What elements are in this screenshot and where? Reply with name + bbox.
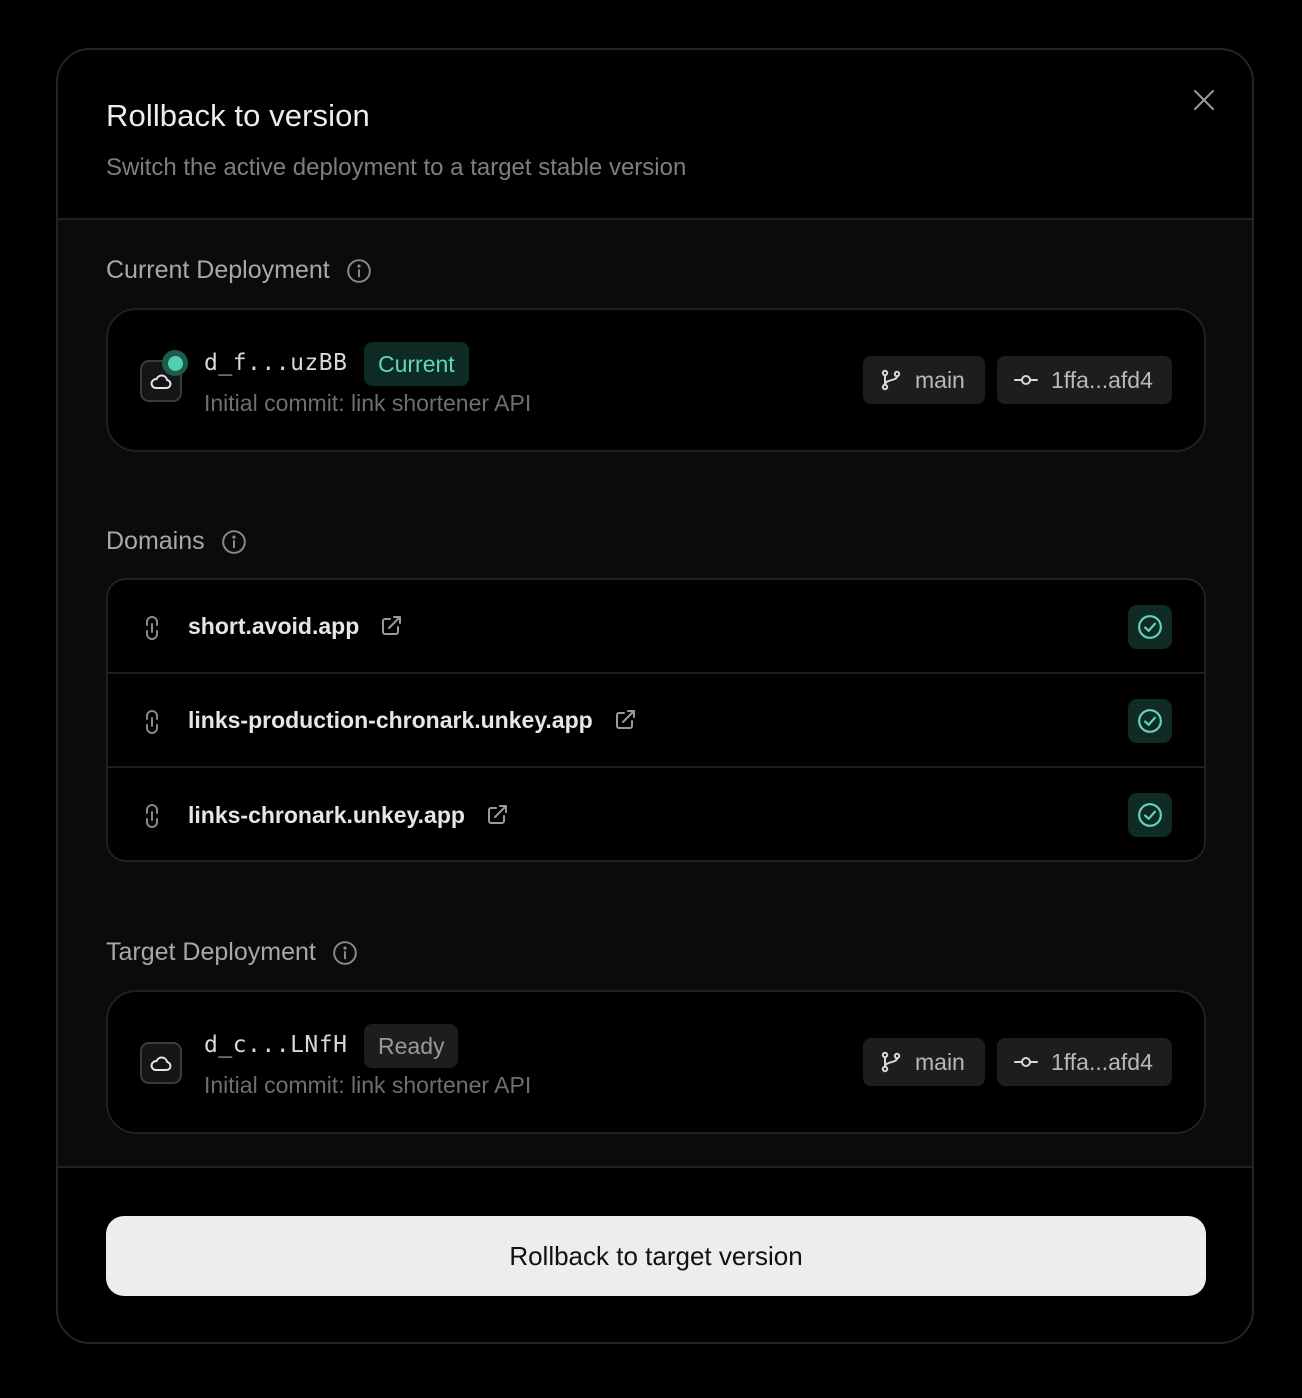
deployment-id: d_c...LNfH [204, 1032, 348, 1058]
cloud-icon [150, 1056, 172, 1071]
domain-name: links-chronark.unkey.app [188, 802, 509, 829]
branch-pill: main [863, 356, 985, 404]
current-deployment-card: d_f...uzBB Current Initial commit: link … [106, 308, 1206, 452]
deployment-id: d_f...uzBB [204, 350, 348, 376]
git-commit-icon [1014, 375, 1038, 385]
current-deployment-section-label: Current Deployment [106, 256, 372, 285]
check-circle-icon [1138, 803, 1162, 827]
git-branch-icon [881, 1051, 901, 1073]
target-deployment-label: Target Deployment [106, 938, 316, 966]
deployment-commit-message: Initial commit: link shortener API [204, 390, 532, 416]
commit-hash: 1ffa...afd4 [1051, 366, 1153, 393]
branch-name: main [915, 1048, 965, 1075]
external-link-icon[interactable] [485, 803, 509, 827]
info-icon[interactable] [221, 529, 247, 555]
deployment-commit-message: Initial commit: link shortener API [204, 1072, 532, 1098]
domains-label: Domains [106, 527, 205, 555]
ready-badge: Ready [364, 1024, 459, 1068]
commit-hash: 1ffa...afd4 [1051, 1048, 1153, 1075]
info-icon[interactable] [332, 940, 358, 966]
link-icon [140, 614, 164, 642]
verified-status-badge [1128, 605, 1172, 649]
close-button[interactable] [1186, 82, 1222, 118]
domains-list: short.avoid.app links-production-chronar… [106, 578, 1206, 862]
check-circle-icon [1138, 709, 1162, 733]
git-commit-icon [1014, 1057, 1038, 1067]
commit-pill: 1ffa...afd4 [997, 1038, 1172, 1086]
dialog-title: Rollback to version [106, 98, 370, 133]
branch-pill: main [863, 1038, 985, 1086]
info-icon[interactable] [346, 258, 372, 284]
commit-pill: 1ffa...afd4 [997, 356, 1172, 404]
domain-link[interactable]: links-chronark.unkey.app [188, 802, 465, 829]
target-deployment-section-label: Target Deployment [106, 938, 358, 967]
verified-status-badge [1128, 793, 1172, 837]
external-link-icon[interactable] [613, 708, 637, 732]
rollback-dialog: Rollback to version Switch the active de… [56, 48, 1254, 1344]
target-deployment-card: d_c...LNfH Ready Initial commit: link sh… [106, 990, 1206, 1134]
domain-row: links-production-chronark.unkey.app [108, 674, 1204, 768]
link-icon [140, 802, 164, 830]
check-circle-icon [1138, 615, 1162, 639]
dialog-header: Rollback to version Switch the active de… [58, 50, 1252, 220]
dialog-footer: Rollback to target version [58, 1166, 1252, 1342]
verified-status-badge [1128, 699, 1172, 743]
branch-name: main [915, 366, 965, 393]
current-badge: Current [364, 342, 469, 386]
domain-row: links-chronark.unkey.app [108, 768, 1204, 860]
rollback-button[interactable]: Rollback to target version [106, 1216, 1206, 1296]
current-deployment-label: Current Deployment [106, 256, 330, 284]
git-branch-icon [881, 369, 901, 391]
domain-row: short.avoid.app [108, 580, 1204, 674]
domain-name: short.avoid.app [188, 613, 403, 640]
domain-link[interactable]: short.avoid.app [188, 613, 359, 640]
external-link-icon[interactable] [379, 614, 403, 638]
link-icon [140, 708, 164, 736]
dialog-subtitle: Switch the active deployment to a target… [106, 154, 687, 181]
domains-section-label: Domains [106, 527, 247, 556]
domain-name: links-production-chronark.unkey.app [188, 707, 637, 734]
domain-link[interactable]: links-production-chronark.unkey.app [188, 707, 593, 734]
close-icon [1194, 90, 1214, 110]
deployment-icon-box [140, 1042, 182, 1084]
active-status-dot [162, 350, 188, 376]
